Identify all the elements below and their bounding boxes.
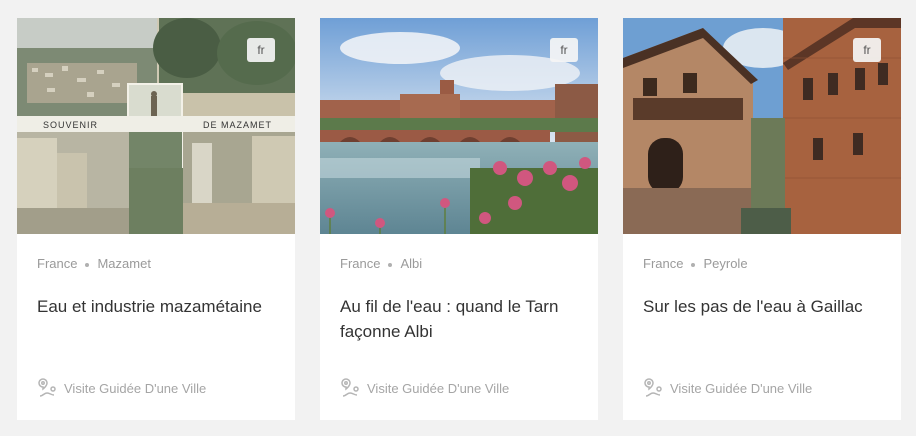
city-label: Peyrole [703,256,748,271]
card-image-postcard-mazamet: SOUVENIR DE MAZAMET fr [17,18,295,234]
language-badge: fr [853,38,881,62]
city-label: Mazamet [97,256,151,271]
card-location: France Albi [340,256,422,271]
language-badge: fr [550,38,578,62]
postcard-right-text: DE MAZAMET [203,120,272,130]
card-image-albi-river: fr [320,18,598,234]
tour-type-label: Visite Guidée D'une Ville [670,380,813,396]
separator-dot [691,262,696,267]
postcard-left-text: SOUVENIR [43,120,98,130]
country-label: France [37,256,78,271]
map-route-icon [341,378,359,397]
country-label: France [643,256,684,271]
card-title[interactable]: Sur les pas de l'eau à Gaillac [643,294,883,319]
map-route-icon [644,378,662,397]
tour-type: Visite Guidée D'une Ville [37,378,206,398]
card-title[interactable]: Eau et industrie mazamétaine [37,294,277,319]
separator-dot [85,262,90,267]
tour-card-mazamet[interactable]: SOUVENIR DE MAZAMET fr France Mazamet Eau… [17,18,295,420]
country-label: France [340,256,381,271]
card-image-gaillac-houses: fr [623,18,901,234]
separator-dot [388,262,393,267]
map-route-icon [38,378,56,397]
tour-type: Visite Guidée D'une Ville [340,378,509,398]
tour-type: Visite Guidée D'une Ville [643,378,812,398]
city-label: Albi [400,256,423,271]
card-location: France Mazamet [37,256,151,271]
tour-card-gaillac[interactable]: fr France Peyrole Sur les pas de l'eau à … [623,18,901,420]
tour-card-albi[interactable]: fr France Albi Au fil de l'eau : quand le… [320,18,598,420]
language-badge: fr [247,38,275,62]
card-location: France Peyrole [643,256,748,271]
tour-type-label: Visite Guidée D'une Ville [367,380,510,396]
tour-type-label: Visite Guidée D'une Ville [64,380,207,396]
card-title[interactable]: Au fil de l'eau : quand le Tarn façonne … [340,294,580,344]
